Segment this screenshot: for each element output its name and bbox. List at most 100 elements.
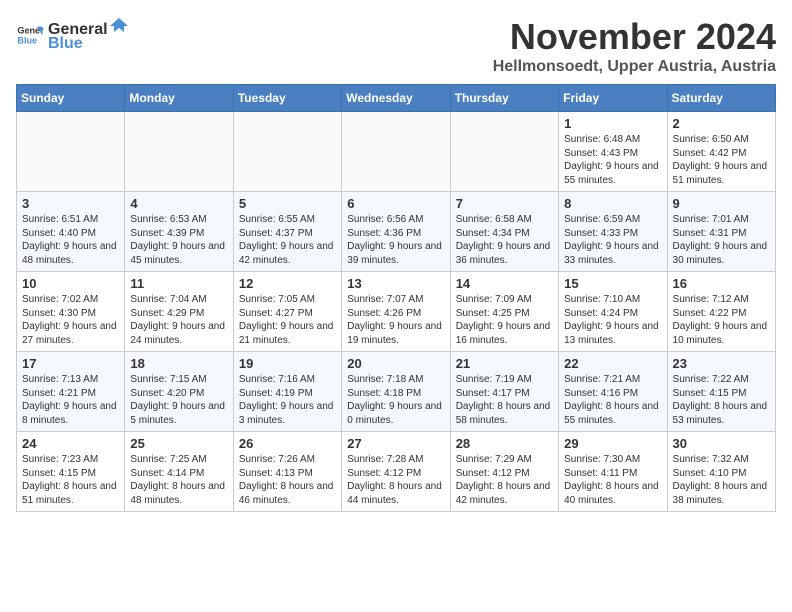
day-number: 13 bbox=[347, 276, 444, 291]
calendar-cell: 14Sunrise: 7:09 AM Sunset: 4:25 PM Dayli… bbox=[450, 272, 558, 352]
calendar-cell: 16Sunrise: 7:12 AM Sunset: 4:22 PM Dayli… bbox=[667, 272, 775, 352]
day-info: Sunrise: 7:05 AM Sunset: 4:27 PM Dayligh… bbox=[239, 293, 336, 347]
day-number: 12 bbox=[239, 276, 336, 291]
day-info: Sunrise: 7:02 AM Sunset: 4:30 PM Dayligh… bbox=[22, 293, 119, 347]
day-info: Sunrise: 6:59 AM Sunset: 4:33 PM Dayligh… bbox=[564, 213, 661, 267]
calendar-cell: 27 Sunrise: 7:28 AM Sunset: 4:12 PM Dayli… bbox=[342, 432, 450, 512]
day-number: 20 bbox=[347, 356, 444, 371]
day-info: Sunrise: 7:29 AM Sunset: 4:12 PM Dayligh… bbox=[456, 453, 553, 507]
day-number: 18 bbox=[130, 356, 227, 371]
weekday-header-wednesday: Wednesday bbox=[342, 85, 450, 112]
calendar-cell bbox=[342, 112, 450, 192]
calendar-week-row: 1Sunrise: 6:48 AM Sunset: 4:43 PM Daylig… bbox=[17, 112, 776, 192]
day-number: 16 bbox=[673, 276, 770, 291]
day-info: Sunrise: 6:51 AM Sunset: 4:40 PM Dayligh… bbox=[22, 213, 119, 267]
day-number: 6 bbox=[347, 196, 444, 211]
day-info: Sunrise: 7:32 AM Sunset: 4:10 PM Dayligh… bbox=[673, 453, 770, 507]
day-info: Sunrise: 7:01 AM Sunset: 4:31 PM Dayligh… bbox=[673, 213, 770, 267]
day-info: Sunrise: 7:28 AM Sunset: 4:12 PM Dayligh… bbox=[347, 453, 444, 507]
calendar-cell: 21 Sunrise: 7:19 AM Sunset: 4:17 PM Dayli… bbox=[450, 352, 558, 432]
calendar-cell: 20 Sunrise: 7:18 AM Sunset: 4:18 PM Dayli… bbox=[342, 352, 450, 432]
day-number: 23 bbox=[673, 356, 770, 371]
calendar-cell: 28 Sunrise: 7:29 AM Sunset: 4:12 PM Dayli… bbox=[450, 432, 558, 512]
weekday-header-monday: Monday bbox=[125, 85, 233, 112]
day-number: 28 bbox=[456, 436, 553, 451]
calendar-cell: 22 Sunrise: 7:21 AM Sunset: 4:16 PM Dayli… bbox=[559, 352, 667, 432]
day-info: Sunrise: 7:13 AM Sunset: 4:21 PM Dayligh… bbox=[22, 373, 119, 427]
day-number: 9 bbox=[673, 196, 770, 211]
calendar-cell: 23Sunrise: 7:22 AM Sunset: 4:15 PM Dayli… bbox=[667, 352, 775, 432]
weekday-header-row: SundayMondayTuesdayWednesdayThursdayFrid… bbox=[17, 85, 776, 112]
calendar-cell: 10 Sunrise: 7:02 AM Sunset: 4:30 PM Dayli… bbox=[17, 272, 125, 352]
calendar-cell: 1Sunrise: 6:48 AM Sunset: 4:43 PM Daylig… bbox=[559, 112, 667, 192]
day-info: Sunrise: 7:19 AM Sunset: 4:17 PM Dayligh… bbox=[456, 373, 553, 427]
day-info: Sunrise: 7:25 AM Sunset: 4:14 PM Dayligh… bbox=[130, 453, 227, 507]
calendar-cell: 2 Sunrise: 6:50 AM Sunset: 4:42 PM Daylig… bbox=[667, 112, 775, 192]
calendar-cell: 18 Sunrise: 7:15 AM Sunset: 4:20 PM Dayli… bbox=[125, 352, 233, 432]
day-number: 10 bbox=[22, 276, 119, 291]
day-info: Sunrise: 7:23 AM Sunset: 4:15 PM Dayligh… bbox=[22, 453, 119, 507]
day-number: 7 bbox=[456, 196, 553, 211]
day-number: 1 bbox=[564, 116, 661, 131]
day-info: Sunrise: 6:55 AM Sunset: 4:37 PM Dayligh… bbox=[239, 213, 336, 267]
calendar-cell: 17Sunrise: 7:13 AM Sunset: 4:21 PM Dayli… bbox=[17, 352, 125, 432]
day-info: Sunrise: 7:15 AM Sunset: 4:20 PM Dayligh… bbox=[130, 373, 227, 427]
calendar-cell: 9 Sunrise: 7:01 AM Sunset: 4:31 PM Daylig… bbox=[667, 192, 775, 272]
day-number: 19 bbox=[239, 356, 336, 371]
day-number: 11 bbox=[130, 276, 227, 291]
calendar-cell: 4 Sunrise: 6:53 AM Sunset: 4:39 PM Daylig… bbox=[125, 192, 233, 272]
day-number: 24 bbox=[22, 436, 119, 451]
calendar-cell: 6 Sunrise: 6:56 AM Sunset: 4:36 PM Daylig… bbox=[342, 192, 450, 272]
day-info: Sunrise: 7:04 AM Sunset: 4:29 PM Dayligh… bbox=[130, 293, 227, 347]
day-info: Sunrise: 7:16 AM Sunset: 4:19 PM Dayligh… bbox=[239, 373, 336, 427]
logo: General Blue General Blue bbox=[16, 16, 128, 53]
day-number: 4 bbox=[130, 196, 227, 211]
weekday-header-sunday: Sunday bbox=[17, 85, 125, 112]
location-subtitle: Hellmonsoedt, Upper Austria, Austria bbox=[493, 58, 776, 76]
calendar-cell: 30 Sunrise: 7:32 AM Sunset: 4:10 PM Dayli… bbox=[667, 432, 775, 512]
month-title: November 2024 bbox=[493, 16, 776, 58]
day-number: 5 bbox=[239, 196, 336, 211]
day-number: 26 bbox=[239, 436, 336, 451]
calendar-cell bbox=[17, 112, 125, 192]
day-number: 3 bbox=[22, 196, 119, 211]
weekday-header-tuesday: Tuesday bbox=[233, 85, 341, 112]
day-number: 29 bbox=[564, 436, 661, 451]
calendar-cell: 19 Sunrise: 7:16 AM Sunset: 4:19 PM Dayli… bbox=[233, 352, 341, 432]
day-info: Sunrise: 6:53 AM Sunset: 4:39 PM Dayligh… bbox=[130, 213, 227, 267]
day-number: 21 bbox=[456, 356, 553, 371]
day-number: 22 bbox=[564, 356, 661, 371]
day-info: Sunrise: 6:50 AM Sunset: 4:42 PM Dayligh… bbox=[673, 133, 770, 187]
day-number: 14 bbox=[456, 276, 553, 291]
calendar-cell: 26 Sunrise: 7:26 AM Sunset: 4:13 PM Dayli… bbox=[233, 432, 341, 512]
weekday-header-saturday: Saturday bbox=[667, 85, 775, 112]
day-info: Sunrise: 7:10 AM Sunset: 4:24 PM Dayligh… bbox=[564, 293, 661, 347]
calendar-cell bbox=[233, 112, 341, 192]
day-number: 27 bbox=[347, 436, 444, 451]
calendar-cell: 24 Sunrise: 7:23 AM Sunset: 4:15 PM Dayli… bbox=[17, 432, 125, 512]
day-number: 25 bbox=[130, 436, 227, 451]
day-number: 8 bbox=[564, 196, 661, 211]
day-info: Sunrise: 7:26 AM Sunset: 4:13 PM Dayligh… bbox=[239, 453, 336, 507]
calendar-cell: 3 Sunrise: 6:51 AM Sunset: 4:40 PM Daylig… bbox=[17, 192, 125, 272]
calendar-cell: 11 Sunrise: 7:04 AM Sunset: 4:29 PM Dayli… bbox=[125, 272, 233, 352]
day-info: Sunrise: 7:18 AM Sunset: 4:18 PM Dayligh… bbox=[347, 373, 444, 427]
day-number: 30 bbox=[673, 436, 770, 451]
day-number: 2 bbox=[673, 116, 770, 131]
day-info: Sunrise: 7:21 AM Sunset: 4:16 PM Dayligh… bbox=[564, 373, 661, 427]
calendar-cell: 12 Sunrise: 7:05 AM Sunset: 4:27 PM Dayli… bbox=[233, 272, 341, 352]
calendar-week-row: 10 Sunrise: 7:02 AM Sunset: 4:30 PM Dayli… bbox=[17, 272, 776, 352]
calendar-cell: 8 Sunrise: 6:59 AM Sunset: 4:33 PM Daylig… bbox=[559, 192, 667, 272]
calendar-cell: 15 Sunrise: 7:10 AM Sunset: 4:24 PM Dayli… bbox=[559, 272, 667, 352]
calendar-cell: 25 Sunrise: 7:25 AM Sunset: 4:14 PM Dayli… bbox=[125, 432, 233, 512]
calendar-cell bbox=[125, 112, 233, 192]
calendar-week-row: 3 Sunrise: 6:51 AM Sunset: 4:40 PM Daylig… bbox=[17, 192, 776, 272]
day-info: Sunrise: 6:58 AM Sunset: 4:34 PM Dayligh… bbox=[456, 213, 553, 267]
weekday-header-friday: Friday bbox=[559, 85, 667, 112]
calendar-cell: 13Sunrise: 7:07 AM Sunset: 4:26 PM Dayli… bbox=[342, 272, 450, 352]
day-info: Sunrise: 6:56 AM Sunset: 4:36 PM Dayligh… bbox=[347, 213, 444, 267]
header: General Blue General Blue November 2024 … bbox=[16, 16, 776, 76]
calendar-week-row: 17Sunrise: 7:13 AM Sunset: 4:21 PM Dayli… bbox=[17, 352, 776, 432]
logo-icon: General Blue bbox=[16, 21, 44, 49]
day-number: 15 bbox=[564, 276, 661, 291]
